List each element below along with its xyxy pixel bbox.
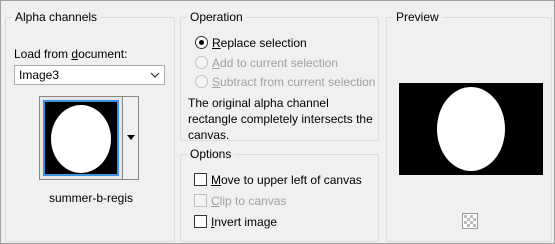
add-to-selection-radio[interactable] (195, 56, 208, 69)
operation-title: Operation (187, 9, 246, 25)
alpha-channel-name: summer-b-regis (49, 191, 134, 205)
load-from-document-label: Load from document: (14, 47, 128, 61)
alpha-channel-dropdown-button[interactable] (123, 96, 139, 180)
subtract-from-selection-label[interactable]: Subtract from current selection (212, 74, 375, 90)
clip-to-canvas-label[interactable]: Clip to canvas (211, 193, 286, 209)
move-upper-left-checkbox[interactable] (194, 173, 207, 186)
preview-image (399, 83, 543, 175)
operation-description: The original alpha channel rectangle com… (188, 96, 373, 142)
replace-selection-radio[interactable] (195, 36, 208, 49)
move-upper-left-label[interactable]: Move to upper left of canvas (211, 172, 362, 188)
alpha-dialog: Alpha channels Load from document: Image… (0, 0, 555, 244)
add-to-selection-label[interactable]: Add to current selection (212, 55, 338, 71)
triangle-down-icon (127, 135, 135, 140)
replace-selection-label[interactable]: Replace selection (212, 35, 307, 51)
document-select-value: Image3 (19, 68, 60, 82)
subtract-from-selection-radio[interactable] (195, 75, 208, 88)
chevron-down-icon (150, 72, 160, 78)
alpha-channels-title: Alpha channels (12, 9, 101, 25)
preview-title: Preview (393, 9, 442, 25)
invert-image-checkbox[interactable] (194, 215, 207, 228)
document-select[interactable]: Image3 (14, 65, 165, 85)
alpha-channel-thumbnail-button[interactable] (39, 96, 123, 180)
options-title: Options (187, 146, 235, 162)
alpha-channel-thumbnail (43, 100, 119, 176)
clip-to-canvas-checkbox[interactable] (194, 194, 207, 207)
checker-zoom-icon[interactable] (462, 213, 478, 229)
invert-image-label[interactable]: Invert image (211, 214, 277, 230)
